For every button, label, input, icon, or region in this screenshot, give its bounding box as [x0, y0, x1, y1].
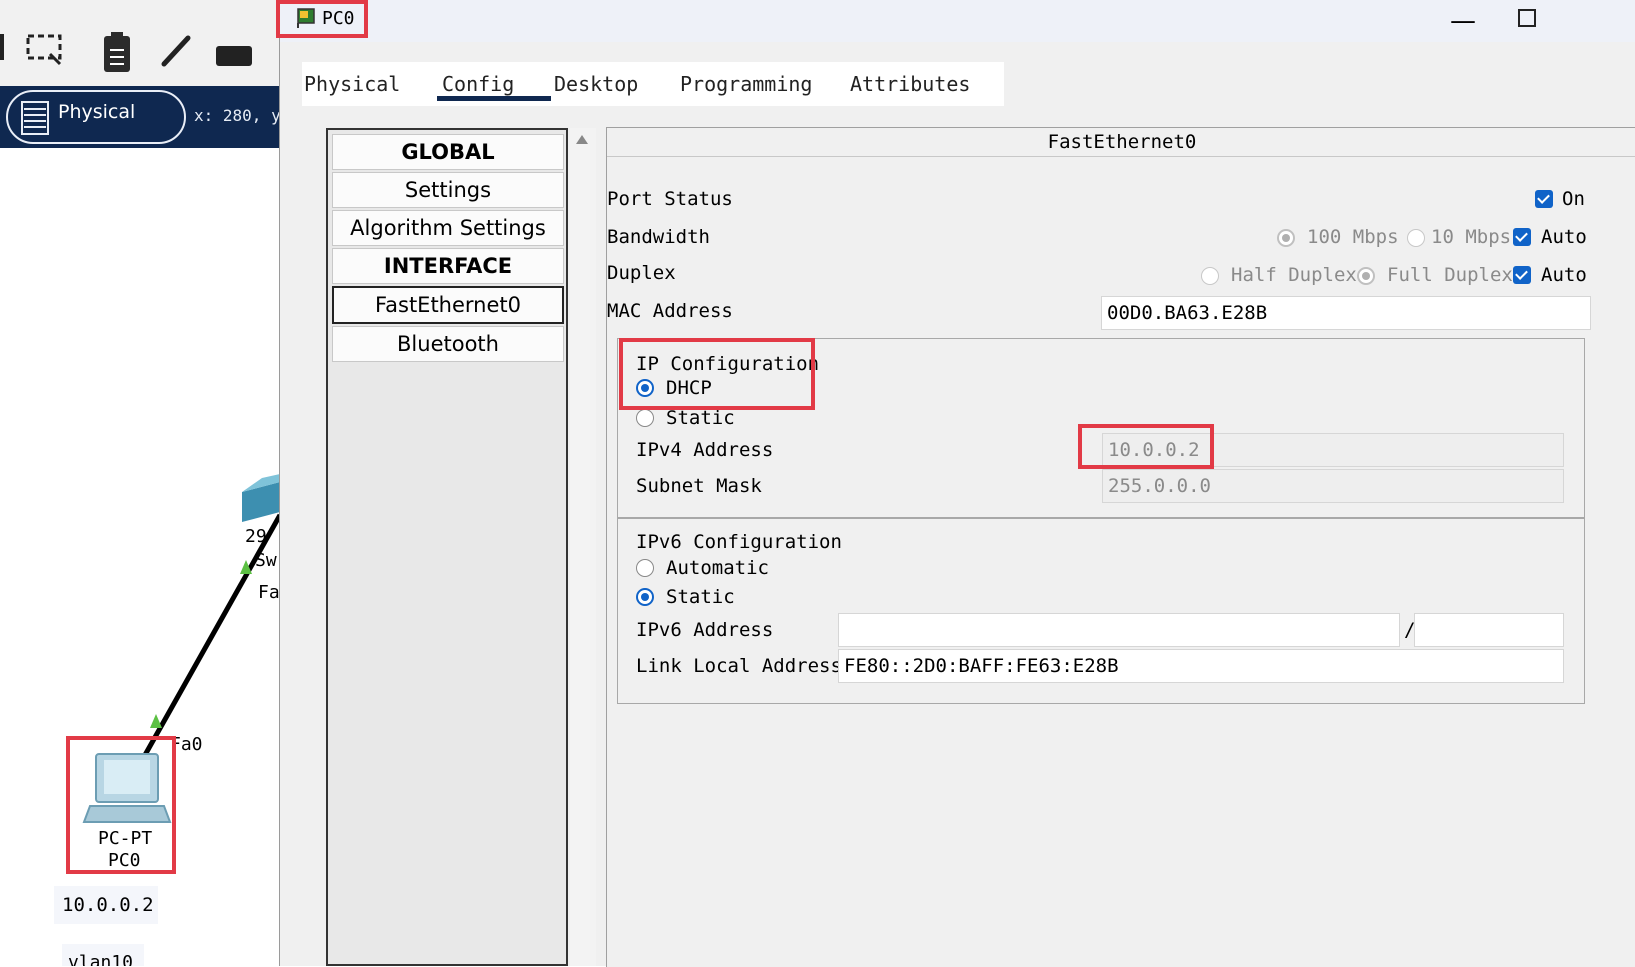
- minimize-button[interactable]: —: [1450, 6, 1476, 36]
- ipv6-configuration-label: IPv6 Configuration: [636, 531, 842, 553]
- panel-title: FastEthernet0: [607, 128, 1635, 157]
- pc-highlight-box: [66, 736, 176, 874]
- half-duplex-label: Half Duplex: [1231, 264, 1357, 286]
- active-tab-indicator: [437, 96, 551, 101]
- bandwidth-100-label: 100 Mbps: [1307, 226, 1399, 248]
- pc-ip-tag: 10.0.0.2: [54, 886, 158, 924]
- link-local-address-input[interactable]: FE80::2D0:BAFF:FE63:E28B: [838, 649, 1564, 683]
- ipv6-automatic-radio[interactable]: [636, 559, 654, 577]
- sidebar-scrollbar[interactable]: [570, 128, 596, 966]
- bandwidth-label: Bandwidth: [607, 226, 710, 248]
- tab-physical[interactable]: Physical: [304, 72, 400, 96]
- ipv6-static-label: Static: [666, 586, 735, 608]
- ipv6-automatic-label: Automatic: [666, 557, 769, 579]
- tab-attributes[interactable]: Attributes: [850, 72, 970, 96]
- config-sidebar: GLOBAL Settings Algorithm Settings INTER…: [326, 128, 568, 966]
- tab-config[interactable]: Config: [442, 72, 514, 96]
- pc-ip-label: 10.0.0.2: [62, 894, 154, 916]
- ipv4-address-label: IPv4 Address: [636, 439, 774, 461]
- sidebar-header-global: GLOBAL: [332, 134, 564, 170]
- sidebar-item-bluetooth[interactable]: Bluetooth: [332, 326, 564, 362]
- sidebar-item-settings[interactable]: Settings: [332, 172, 564, 208]
- switch-model-label: 29: [245, 526, 267, 547]
- bandwidth-10-radio[interactable]: [1407, 229, 1425, 247]
- mac-address-label: MAC Address: [607, 300, 733, 322]
- port-status-checkbox[interactable]: [1535, 190, 1553, 208]
- ipv4-address-highlight-box: [1078, 424, 1214, 469]
- ipv6-prefix-input[interactable]: [1414, 613, 1564, 647]
- scroll-up-arrow-icon[interactable]: [576, 135, 588, 144]
- ipv6-config-group: IPv6 Configuration Automatic Static IPv6…: [617, 518, 1585, 704]
- tab-bar: Physical Config Desktop Programming Attr…: [302, 62, 1004, 106]
- duplex-auto-checkbox[interactable]: [1513, 266, 1531, 284]
- full-duplex-label: Full Duplex: [1387, 264, 1513, 286]
- sidebar-item-fastethernet0[interactable]: FastEthernet0: [332, 286, 564, 324]
- bandwidth-100-radio[interactable]: [1277, 229, 1295, 247]
- interface-panel: FastEthernet0 Port Status On Bandwidth 1…: [606, 127, 1635, 967]
- switch-port-label: Fa: [258, 582, 280, 603]
- tab-programming[interactable]: Programming: [680, 72, 812, 96]
- static-ipv4-label: Static: [666, 407, 735, 429]
- duplex-label: Duplex: [607, 262, 676, 284]
- title-highlight-box: [276, 0, 368, 38]
- logical-workspace[interactable]: Physical x: 280, y: 29 Sw Fa Fa0 PC-PT P…: [0, 0, 280, 966]
- static-ipv4-radio[interactable]: [636, 409, 654, 427]
- mac-address-input[interactable]: 00D0.BA63.E28B: [1101, 296, 1591, 330]
- tab-desktop[interactable]: Desktop: [554, 72, 638, 96]
- bandwidth-auto-checkbox[interactable]: [1513, 228, 1531, 246]
- pc-link-status-icon: [150, 714, 162, 728]
- pc-vlan-tag: vlan10: [62, 944, 144, 966]
- pc-vlan-label: vlan10: [68, 952, 134, 966]
- bandwidth-auto-label: Auto: [1541, 226, 1587, 248]
- port-status-label: Port Status: [607, 188, 733, 210]
- bandwidth-10-label: 10 Mbps: [1431, 226, 1512, 248]
- half-duplex-radio[interactable]: [1201, 267, 1219, 285]
- ip-config-highlight-box: [619, 338, 815, 410]
- device-config-window: PC0 — Physical Config Desktop Programmin…: [276, 0, 1635, 967]
- link-local-address-label: Link Local Address:: [636, 655, 854, 677]
- port-status-on-label: On: [1562, 188, 1585, 210]
- window-titlebar[interactable]: PC0 —: [280, 0, 1635, 42]
- sidebar-header-interface: INTERFACE: [332, 248, 564, 284]
- full-duplex-radio[interactable]: [1357, 267, 1375, 285]
- subnet-mask-input[interactable]: 255.0.0.0: [1102, 469, 1564, 503]
- maximize-button[interactable]: [1518, 9, 1536, 27]
- sidebar-item-algorithm-settings[interactable]: Algorithm Settings: [332, 210, 564, 246]
- ipv6-static-radio[interactable]: [636, 588, 654, 606]
- ipv6-address-label: IPv6 Address: [636, 619, 774, 641]
- subnet-mask-label: Subnet Mask: [636, 475, 762, 497]
- duplex-auto-label: Auto: [1541, 264, 1587, 286]
- switch-name-label: Sw: [255, 550, 277, 571]
- ipv6-address-input[interactable]: [838, 613, 1400, 647]
